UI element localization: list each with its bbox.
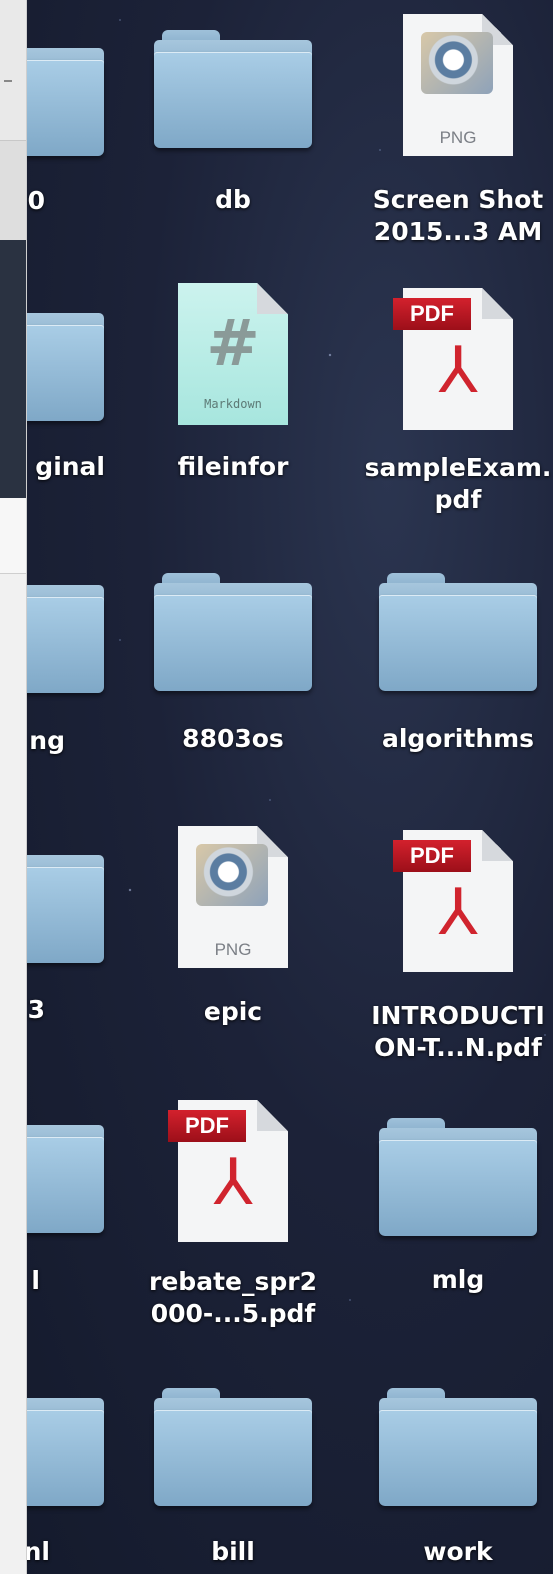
desktop-item-algorithms[interactable]: algorithms bbox=[363, 573, 553, 773]
desktop-item-label: 8803os bbox=[182, 724, 284, 753]
desktop-item-screen-shot[interactable]: PNG Screen Shot 2015...3 AM bbox=[363, 14, 553, 264]
desktop-item-introduction-pdf[interactable]: PDF ⅄ INTRODUCTI ON-T...N.pdf bbox=[363, 830, 553, 1090]
desktop-item-mlg[interactable]: mlg bbox=[363, 1118, 553, 1318]
desktop-item-label: INTRODUCTI ON-T...N.pdf bbox=[371, 1001, 545, 1062]
desktop-item-rebate-pdf[interactable]: PDF ⅄ rebate_spr2 000-...5.pdf bbox=[138, 1100, 328, 1350]
desktop-item-label: epic bbox=[203, 997, 263, 1026]
pdf-file-icon: PDF ⅄ bbox=[393, 830, 513, 972]
folder-icon bbox=[154, 30, 312, 148]
desktop-item-label: work bbox=[423, 1537, 493, 1566]
window-toolbar bbox=[0, 0, 26, 140]
desktop-item-8803os[interactable]: 8803os bbox=[138, 573, 328, 773]
desktop-item-label: sampleExam. pdf bbox=[364, 453, 552, 514]
desktop-item-db[interactable]: db bbox=[138, 30, 328, 220]
desktop-item-bill[interactable]: bill bbox=[138, 1388, 328, 1574]
markdown-file-icon: # Markdown bbox=[178, 283, 288, 425]
pdf-file-icon: PDF ⅄ bbox=[168, 1100, 288, 1242]
partial-window-panel[interactable] bbox=[0, 0, 27, 1574]
folder-icon bbox=[154, 1388, 312, 1506]
desktop-item-label: Screen Shot 2015...3 AM bbox=[372, 185, 544, 246]
window-row bbox=[0, 140, 26, 241]
folder-icon bbox=[379, 573, 537, 691]
png-file-icon: PNG bbox=[178, 826, 288, 968]
folder-icon bbox=[379, 1388, 537, 1506]
window-row bbox=[0, 498, 26, 574]
desktop-item-label: algorithms bbox=[381, 724, 535, 753]
desktop-item-label: mlg bbox=[431, 1265, 485, 1294]
desktop-item-work[interactable]: work bbox=[363, 1388, 553, 1574]
folder-icon bbox=[379, 1118, 537, 1236]
desktop-item-label: bill bbox=[211, 1537, 255, 1566]
desktop-item-label: db bbox=[215, 185, 251, 214]
window-dark-section bbox=[0, 240, 26, 552]
desktop-item-label: rebate_spr2 000-...5.pdf bbox=[149, 1267, 317, 1328]
desktop-item-sampleexam-pdf[interactable]: PDF ⅄ sampleExam. pdf bbox=[363, 288, 553, 538]
desktop-item-fileinfor[interactable]: # Markdown fileinfor bbox=[138, 283, 328, 493]
desktop-item-label: fileinfor bbox=[177, 452, 289, 481]
png-file-icon: PNG bbox=[403, 14, 513, 156]
pdf-file-icon: PDF ⅄ bbox=[393, 288, 513, 430]
desktop-item-epic[interactable]: PNG epic bbox=[138, 826, 328, 1036]
folder-icon bbox=[154, 573, 312, 691]
